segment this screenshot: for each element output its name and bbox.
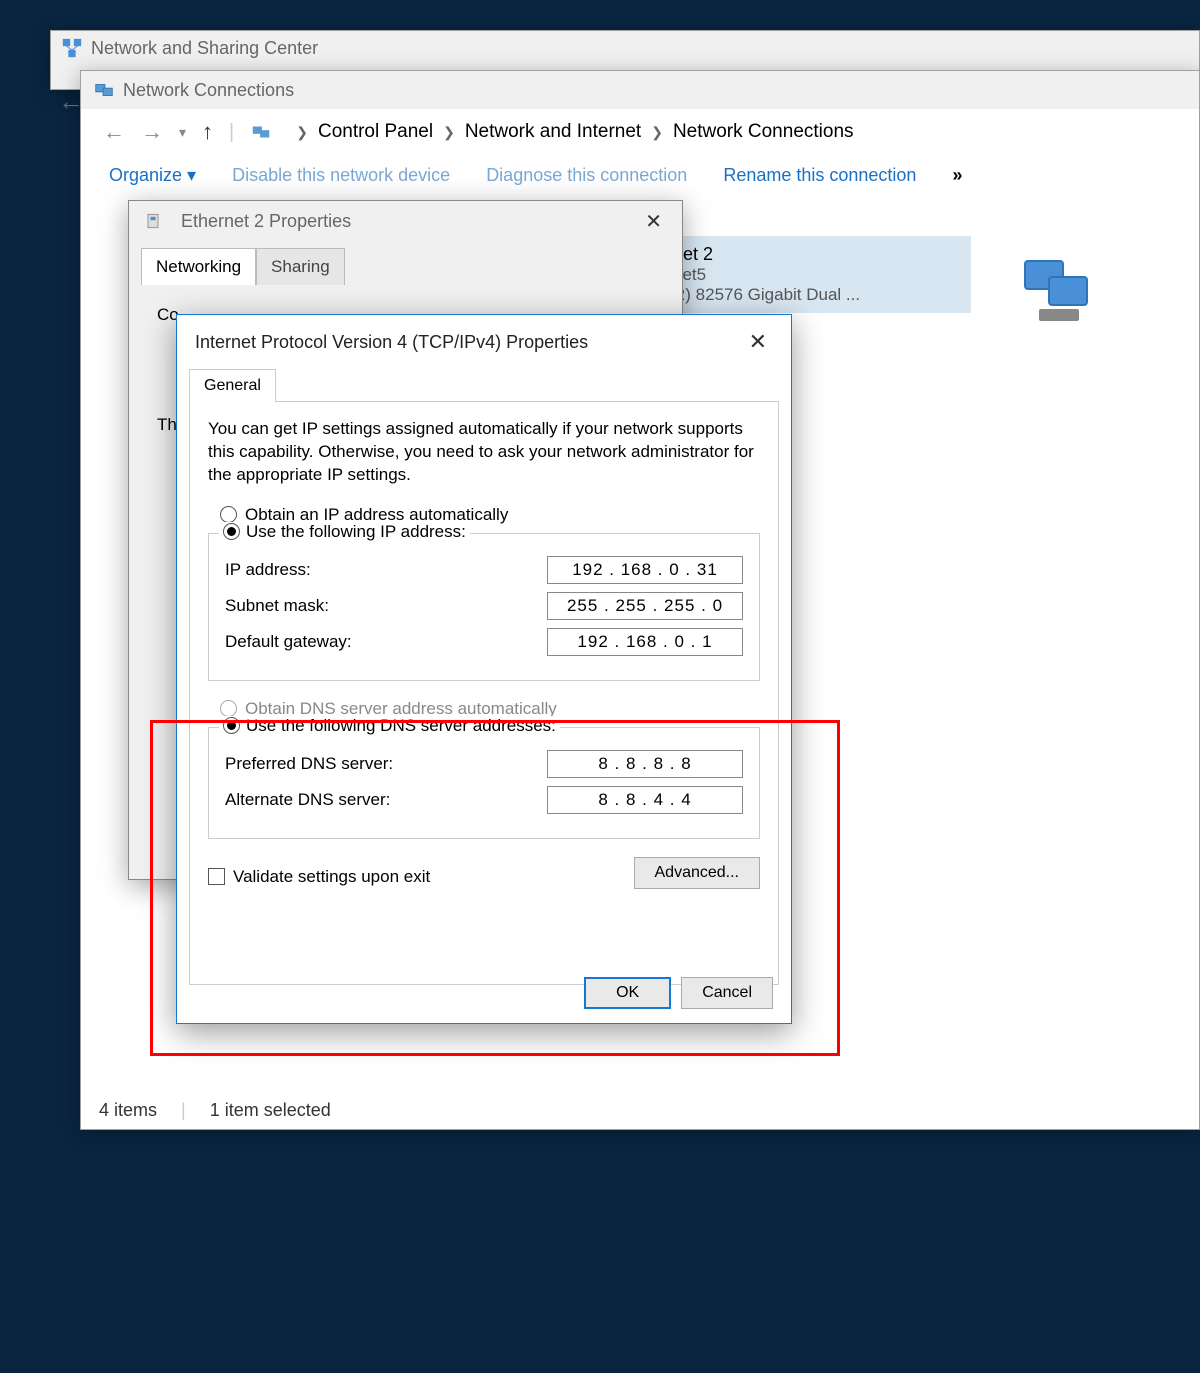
radio-icon — [223, 717, 240, 734]
preferred-dns-input[interactable]: 8 . 8 . 8 . 8 — [547, 750, 743, 778]
network-monitors-icon — [1019, 251, 1099, 331]
adapter-name: net 2 — [673, 244, 959, 265]
toolbar: Organize ▾ Disable this network device D… — [81, 155, 1199, 196]
close-icon[interactable]: ✕ — [639, 209, 668, 234]
adapter-item-selected[interactable]: net 2 net5 R) 82576 Gigabit Dual ... — [661, 236, 971, 313]
nav-row: ← → ▾ ↑ | ❯ Control Panel ❯ Network and … — [81, 109, 1199, 155]
default-gateway-input[interactable]: 192 . 168 . 0 . 1 — [547, 628, 743, 656]
tab-bar: Networking Sharing — [129, 248, 682, 285]
breadcrumb-segment[interactable]: Network and Internet — [465, 121, 641, 143]
chevron-right-icon: ❯ — [443, 124, 455, 141]
window-titlebar: Internet Protocol Version 4 (TCP/IPv4) P… — [177, 315, 791, 369]
back-arrow-icon[interactable]: ← — [58, 86, 84, 117]
nav-history-icon[interactable]: ▾ — [179, 124, 186, 141]
dns-group: Use the following DNS server addresses: … — [208, 727, 760, 839]
nav-back-icon[interactable]: ← — [103, 119, 125, 145]
status-selected: 1 item selected — [210, 1100, 331, 1121]
breadcrumb-icon — [250, 121, 272, 143]
window-titlebar: Network and Sharing Center — [51, 31, 1199, 65]
subnet-mask-input[interactable]: 255 . 255 . 255 . 0 — [547, 592, 743, 620]
window-title: Internet Protocol Version 4 (TCP/IPv4) P… — [195, 332, 588, 353]
general-panel: You can get IP settings assigned automat… — [189, 401, 779, 985]
subnet-mask-label: Subnet mask: — [225, 596, 329, 616]
alternate-dns-input[interactable]: 8 . 8 . 4 . 4 — [547, 786, 743, 814]
alternate-dns-label: Alternate DNS server: — [225, 790, 390, 810]
radio-ip-manual[interactable]: Use the following IP address: — [219, 522, 470, 542]
close-icon[interactable]: ✕ — [743, 329, 773, 355]
network-connections-icon — [93, 79, 115, 101]
radio-label: Use the following IP address: — [246, 522, 466, 542]
tab-general[interactable]: General — [189, 369, 276, 402]
ip-address-input[interactable]: 192 . 168 . 0 . 31 — [547, 556, 743, 584]
cancel-button[interactable]: Cancel — [681, 977, 773, 1009]
radio-dns-manual[interactable]: Use the following DNS server addresses: — [219, 716, 560, 736]
dialog-button-row: OK Cancel — [584, 977, 773, 1009]
status-bar: 4 items | 1 item selected — [81, 1092, 1199, 1129]
tab-bar: General — [177, 369, 791, 402]
disable-device-button[interactable]: Disable this network device — [232, 165, 450, 186]
adapter-profile: net5 — [673, 265, 959, 285]
tab-networking[interactable]: Networking — [141, 248, 256, 285]
ethernet-icon — [143, 211, 165, 233]
ip-address-group: Use the following IP address: IP address… — [208, 533, 760, 681]
breadcrumb-segment[interactable]: Network Connections — [673, 121, 854, 143]
nav-up-icon[interactable]: ↑ — [202, 119, 213, 145]
advanced-button[interactable]: Advanced... — [634, 857, 761, 889]
tab-sharing[interactable]: Sharing — [256, 248, 345, 285]
checkbox-icon — [208, 868, 225, 885]
adapter-list: net 2 net5 R) 82576 Gigabit Dual ... — [661, 236, 971, 313]
window-title: Network and Sharing Center — [91, 38, 318, 59]
nav-forward-icon[interactable]: → — [141, 119, 163, 145]
diagnose-button[interactable]: Diagnose this connection — [486, 165, 687, 186]
adapter-device: R) 82576 Gigabit Dual ... — [673, 285, 959, 305]
ip-address-label: IP address: — [225, 560, 311, 580]
window-title: Ethernet 2 Properties — [181, 211, 351, 232]
validate-settings-checkbox[interactable]: Validate settings upon exit — [208, 867, 430, 887]
preferred-dns-label: Preferred DNS server: — [225, 754, 393, 774]
network-sharing-icon — [61, 37, 83, 59]
checkbox-label: Validate settings upon exit — [233, 867, 430, 887]
breadcrumb[interactable]: ❯ Control Panel ❯ Network and Internet ❯… — [296, 121, 853, 143]
ok-button[interactable]: OK — [584, 977, 671, 1009]
rename-button[interactable]: Rename this connection — [723, 165, 916, 186]
radio-icon — [223, 523, 240, 540]
radio-icon — [220, 700, 237, 717]
organize-button[interactable]: Organize ▾ — [109, 165, 196, 186]
chevron-right-icon: ❯ — [296, 124, 308, 141]
breadcrumb-segment[interactable]: Control Panel — [318, 121, 433, 143]
chevron-right-icon: ❯ — [651, 124, 663, 141]
status-items: 4 items — [99, 1100, 157, 1121]
ipv4-properties-window: Internet Protocol Version 4 (TCP/IPv4) P… — [176, 314, 792, 1024]
radio-icon — [220, 506, 237, 523]
window-titlebar: Ethernet 2 Properties ✕ — [129, 201, 682, 242]
default-gateway-label: Default gateway: — [225, 632, 352, 652]
window-titlebar: Network Connections — [81, 71, 1199, 109]
toolbar-overflow[interactable]: » — [952, 165, 962, 186]
window-title: Network Connections — [123, 80, 294, 101]
description-text: You can get IP settings assigned automat… — [208, 418, 760, 487]
truncated-text: Th — [157, 415, 177, 434]
radio-label: Use the following DNS server addresses: — [246, 716, 556, 736]
